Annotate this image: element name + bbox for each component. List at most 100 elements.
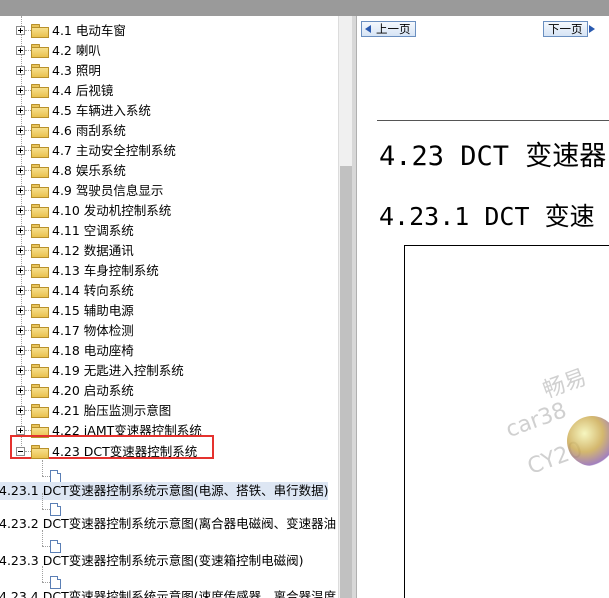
folder-icon xyxy=(31,264,49,278)
tree-item[interactable]: 4.4 后视镜 xyxy=(0,81,338,101)
expand-icon[interactable] xyxy=(16,126,25,135)
folder-icon xyxy=(31,184,49,198)
tree-item[interactable]: 4.11 空调系统 xyxy=(0,221,338,241)
tree-connector xyxy=(42,530,43,546)
arrow-left-icon xyxy=(365,25,371,33)
expand-icon[interactable] xyxy=(16,106,25,115)
prev-page-button[interactable]: 上一页 xyxy=(361,21,416,37)
next-page-button[interactable]: 下一页 xyxy=(543,21,595,37)
expand-icon[interactable] xyxy=(16,426,25,435)
expand-icon[interactable] xyxy=(16,286,25,295)
tree-child-item[interactable]: 4.23.2 DCT变速器控制系统示意图(离合器电磁阀、变速器油 xyxy=(0,515,336,533)
tree-item-label: 4.21 胎压监测示意图 xyxy=(52,403,172,418)
section-heading: 4.23 DCT 变速器 xyxy=(379,141,607,172)
tree-child-item[interactable]: 4.23.1 DCT变速器控制系统示意图(电源、搭铁、串行数据) xyxy=(0,482,329,500)
expand-icon[interactable] xyxy=(16,206,25,215)
document-panel: 上一页 下一页 4.23 DCT 变速器 4.23.1 DCT 变速 畅易 ca… xyxy=(356,16,609,598)
collapse-icon[interactable] xyxy=(16,447,25,456)
tree-item-selected[interactable]: 4.23 DCT变速器控制系统 xyxy=(0,442,338,462)
expand-icon[interactable] xyxy=(16,386,25,395)
tree-item[interactable]: 4.13 车身控制系统 xyxy=(0,261,338,281)
tree-connector xyxy=(42,566,43,582)
folder-icon xyxy=(31,324,49,338)
tree-item-label: 4.6 雨刮系统 xyxy=(52,123,126,138)
tree-child-item[interactable]: 4.23.3 DCT变速器控制系统示意图(变速箱控制电磁阀) xyxy=(0,552,303,570)
tree-child-item[interactable]: 4.23.4 DCT变速器控制系统示意图(速度传感器、离合器温度 xyxy=(0,588,336,598)
tree-item[interactable]: 4.6 雨刮系统 xyxy=(0,121,338,141)
tree-item[interactable]: 4.7 主动安全控制系统 xyxy=(0,141,338,161)
tree-item-label: 4.12 数据通讯 xyxy=(52,243,134,258)
tree-item[interactable]: 4.12 数据通讯 xyxy=(0,241,338,261)
tree-panel: 4.1 电动车窗 4.2 喇叭 4.3 照明 4.4 后视镜 4.5 车辆进入系统 4.6… xyxy=(0,16,338,598)
tree-item-label: 4.20 启动系统 xyxy=(52,383,134,398)
folder-icon xyxy=(31,124,49,138)
expand-icon[interactable] xyxy=(16,226,25,235)
scrollbar-thumb[interactable] xyxy=(340,166,352,598)
expand-icon[interactable] xyxy=(16,366,25,375)
tree-item-label: 4.13 车身控制系统 xyxy=(52,263,159,278)
expand-icon[interactable] xyxy=(16,146,25,155)
tree-item[interactable]: 4.10 发动机控制系统 xyxy=(0,201,338,221)
tree-item[interactable]: 4.20 启动系统 xyxy=(0,381,338,401)
folder-icon xyxy=(31,204,49,218)
tree-item[interactable]: 4.14 转向系统 xyxy=(0,281,338,301)
folder-icon xyxy=(31,304,49,318)
folder-icon xyxy=(31,104,49,118)
tree-item[interactable]: 4.17 物体检测 xyxy=(0,321,338,341)
tree-item[interactable]: 4.3 照明 xyxy=(0,61,338,81)
tree-item[interactable]: 4.5 车辆进入系统 xyxy=(0,101,338,121)
tree-item[interactable]: 4.15 辅助电源 xyxy=(0,301,338,321)
expand-icon[interactable] xyxy=(16,406,25,415)
title-bar xyxy=(0,0,609,16)
tree-item-label: 4.10 发动机控制系统 xyxy=(52,203,172,218)
folder-icon xyxy=(31,384,49,398)
tree-connector xyxy=(42,493,43,509)
folder-icon xyxy=(31,144,49,158)
tree-item-label: 4.4 后视镜 xyxy=(52,83,114,98)
folder-icon xyxy=(31,84,49,98)
expand-icon[interactable] xyxy=(16,86,25,95)
folder-icon xyxy=(31,364,49,378)
expand-icon[interactable] xyxy=(16,166,25,175)
folder-open-icon xyxy=(31,445,49,459)
expand-icon[interactable] xyxy=(16,246,25,255)
tree-item[interactable]: 4.2 喇叭 xyxy=(0,41,338,61)
tree-item-label: 4.23 DCT变速器控制系统 xyxy=(52,444,198,459)
tree-item-label: 4.5 车辆进入系统 xyxy=(52,103,151,118)
tree-item-label: 4.3 照明 xyxy=(52,63,101,78)
tree-item-label: 4.11 空调系统 xyxy=(52,223,134,238)
header-rule xyxy=(377,120,609,121)
tree-item-label: 4.2 喇叭 xyxy=(52,43,101,58)
tree-item[interactable]: 4.1 电动车窗 xyxy=(0,21,338,41)
expand-icon[interactable] xyxy=(16,326,25,335)
expand-icon[interactable] xyxy=(16,186,25,195)
expand-icon[interactable] xyxy=(16,26,25,35)
tree-item[interactable]: 4.21 胎压监测示意图 xyxy=(0,401,338,421)
tree-connector xyxy=(42,460,43,476)
tree-item-label: 4.17 物体检测 xyxy=(52,323,134,338)
tree-item-label: 4.19 无匙进入控制系统 xyxy=(52,363,184,378)
tree-item-label: 4.7 主动安全控制系统 xyxy=(52,143,176,158)
subsection-heading: 4.23.1 DCT 变速 xyxy=(379,202,595,231)
tree-item[interactable]: 4.19 无匙进入控制系统 xyxy=(0,361,338,381)
expand-icon[interactable] xyxy=(16,46,25,55)
folder-icon xyxy=(31,404,49,418)
expand-icon[interactable] xyxy=(16,66,25,75)
watermark-logo xyxy=(567,416,609,466)
expand-icon[interactable] xyxy=(16,346,25,355)
arrow-right-icon xyxy=(588,25,595,33)
folder-icon xyxy=(31,24,49,38)
tree-item[interactable]: 4.9 驾驶员信息显示 xyxy=(0,181,338,201)
tree-connector xyxy=(42,509,50,510)
next-page-label: 下一页 xyxy=(548,22,583,36)
folder-icon xyxy=(31,44,49,58)
expand-icon[interactable] xyxy=(16,306,25,315)
tree-item-label: 4.8 娱乐系统 xyxy=(52,163,126,178)
expand-icon[interactable] xyxy=(16,266,25,275)
folder-icon xyxy=(31,224,49,238)
folder-icon xyxy=(31,164,49,178)
tree-item[interactable]: 4.8 娱乐系统 xyxy=(0,161,338,181)
folder-icon xyxy=(31,344,49,358)
tree-scrollbar[interactable] xyxy=(338,16,352,598)
tree-item[interactable]: 4.18 电动座椅 xyxy=(0,341,338,361)
